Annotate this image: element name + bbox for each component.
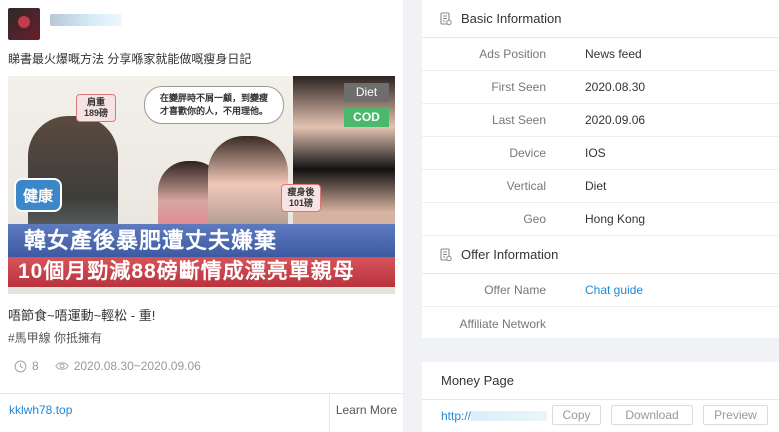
offer-info-title: Offer Information	[461, 247, 559, 262]
offer-info-header: Offer Information	[422, 236, 779, 274]
vertical-ribbon: Diet	[344, 83, 389, 102]
ad-hashtags: #馬甲線 你抵擁有	[8, 331, 103, 345]
info-label: Device	[509, 146, 546, 160]
info-row-vertical: Vertical Diet	[422, 170, 779, 203]
info-row-geo: Geo Hong Kong	[422, 203, 779, 236]
basic-info-title: Basic Information	[461, 11, 562, 26]
money-page-title: Money Page	[422, 362, 779, 400]
info-label: Geo	[523, 212, 546, 226]
info-value: 2020.08.30	[585, 80, 646, 94]
cod-ribbon: COD	[344, 108, 389, 127]
ad-description: 唔節食~唔運動~輕松 - 重!	[8, 308, 156, 323]
advertiser-header	[8, 8, 122, 40]
ad-footer: kklwh78.top Learn More	[0, 393, 403, 432]
info-label: Last Seen	[491, 113, 546, 127]
info-label: First Seen	[491, 80, 546, 94]
info-value: Diet	[585, 179, 607, 193]
copy-button[interactable]: Copy	[552, 405, 601, 425]
money-page-panel: Money Page http:// Copy Download Preview	[422, 362, 779, 432]
info-value: News feed	[585, 47, 642, 61]
money-url-prefix: http://	[441, 409, 472, 423]
ad-card: 睇書最火爆嘅方法 分享喺家就能做嘅瘦身日記 在變胖時不屑一顧，到變瘦才喜歡你的人…	[0, 0, 403, 432]
info-value: 2020.09.06	[585, 113, 646, 127]
headline-banner-red: 10個月勁減88磅斷情成漂亮單親母	[8, 257, 395, 287]
landing-domain-link[interactable]: kklwh78.top	[0, 394, 329, 432]
info-value: IOS	[585, 146, 606, 160]
date-range: 2020.08.30~2020.09.06	[73, 359, 201, 373]
info-value: Hong Kong	[585, 212, 646, 226]
preview-button[interactable]: Preview	[703, 405, 768, 425]
clock-icon	[14, 360, 27, 372]
ad-text: 睇書最火爆嘅方法 分享喺家就能做嘅瘦身日記	[8, 52, 252, 66]
date-range-stat: 2020.08.30~2020.09.06	[54, 359, 201, 373]
money-url-blurred	[471, 411, 548, 421]
info-row-affiliate-network: Affiliate Network	[422, 307, 779, 340]
weight-before-tag: 肩重189磅	[76, 94, 116, 122]
money-page-url[interactable]: http://	[441, 409, 548, 423]
info-row-ads-position: Ads Position News feed	[422, 38, 779, 71]
headline-banner-blue: 韓女產後暴肥遭丈夫嫌棄	[8, 224, 395, 257]
brand-logo: 健康	[14, 178, 62, 212]
avatar[interactable]	[8, 8, 40, 40]
learn-more-button[interactable]: Learn More	[329, 394, 403, 432]
offer-name-link[interactable]: Chat guide	[585, 283, 643, 297]
document-icon	[440, 247, 452, 261]
info-panel: Basic Information Ads Position News feed…	[422, 0, 779, 338]
basic-info-header: Basic Information	[422, 0, 779, 38]
info-label: Vertical	[506, 179, 546, 193]
money-page-row: http:// Copy Download Preview	[422, 400, 779, 432]
info-label: Affiliate Network	[459, 316, 546, 331]
info-row-last-seen: Last Seen 2020.09.06	[422, 104, 779, 137]
download-button[interactable]: Download	[611, 405, 693, 425]
info-label: Offer Name	[484, 283, 546, 297]
info-row-first-seen: First Seen 2020.08.30	[422, 71, 779, 104]
days-count: 8	[32, 359, 39, 373]
weight-after-tag: 瘦身後101磅	[281, 184, 321, 212]
document-icon	[440, 11, 452, 25]
eye-icon	[54, 362, 69, 370]
quote-bubble: 在變胖時不屑一顧，到變瘦才喜歡你的人，不用理他。	[144, 86, 284, 124]
days-stat: 8	[14, 359, 39, 373]
info-label: Ads Position	[479, 47, 546, 61]
info-row-offer-name: Offer Name Chat guide	[422, 274, 779, 307]
ad-creative-image[interactable]: 在變胖時不屑一顧，到變瘦才喜歡你的人，不用理他。 肩重189磅 瘦身後101磅 …	[8, 76, 395, 294]
advertiser-name-blurred[interactable]	[50, 14, 122, 26]
ad-stats: 8 2020.08.30~2020.09.06	[14, 359, 201, 373]
info-row-device: Device IOS	[422, 137, 779, 170]
